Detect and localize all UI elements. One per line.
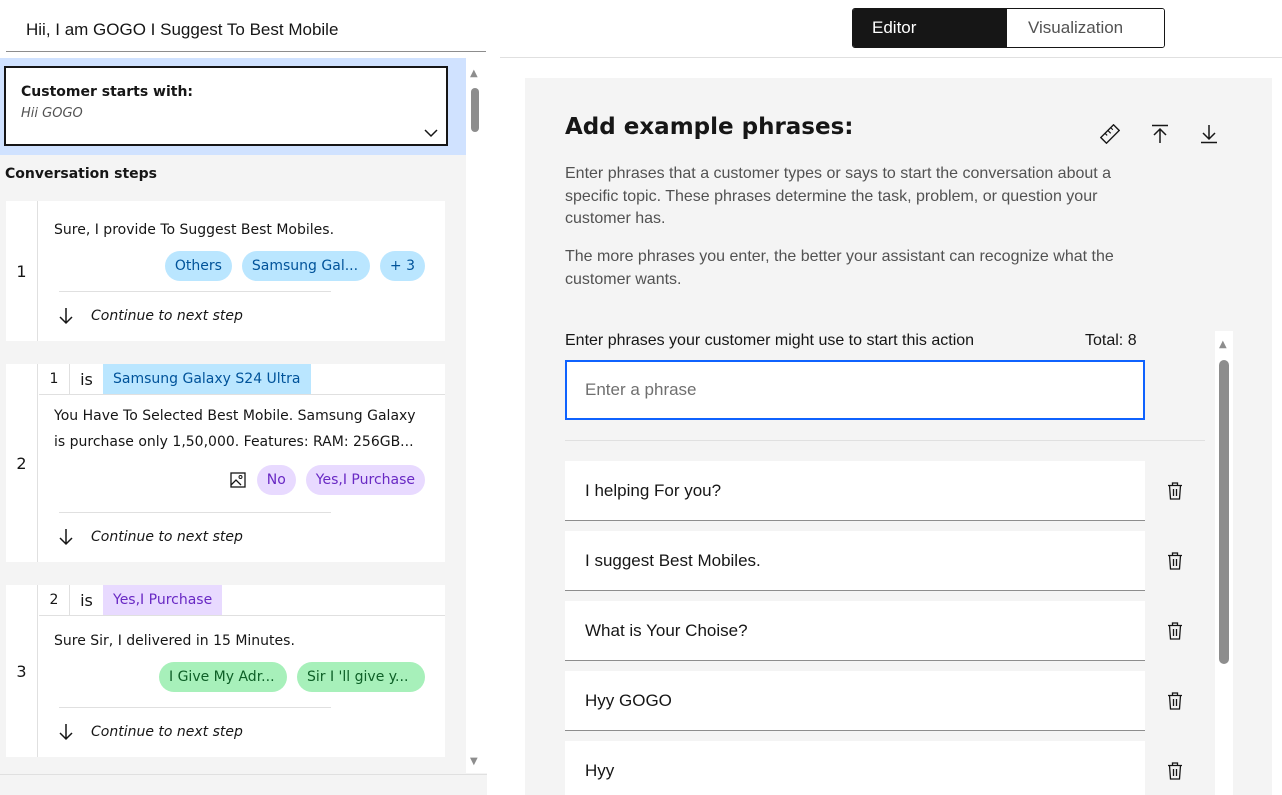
continue-text: Continue to next step bbox=[91, 529, 243, 545]
step-condition[interactable]: 1 is Samsung Galaxy S24 Ultra bbox=[39, 364, 445, 395]
continue-text: Continue to next step bbox=[91, 724, 243, 740]
panel-title: Add example phrases: bbox=[565, 114, 854, 140]
panel-description-secondary: The more phrases you enter, the better y… bbox=[565, 248, 1114, 288]
step-text-line: is purchase only 1,50,000. Features: RAM… bbox=[54, 434, 414, 450]
more-options-chip[interactable]: + 3 bbox=[379, 251, 425, 281]
condition-step-ref: 1 bbox=[49, 371, 59, 387]
phrase-item[interactable]: I helping For you? bbox=[565, 461, 1145, 521]
trash-icon[interactable] bbox=[1165, 690, 1185, 712]
pane-divider bbox=[0, 774, 487, 775]
arrow-down-icon bbox=[59, 723, 81, 741]
step-text: You Have To Selected Best Mobile. Samsun… bbox=[39, 395, 445, 455]
scrollbar-thumb[interactable] bbox=[1219, 360, 1229, 664]
panel-description: Enter phrases that a customer types or s… bbox=[565, 165, 1112, 227]
trash-icon[interactable] bbox=[1165, 760, 1185, 782]
image-icon bbox=[229, 471, 247, 489]
phrase-input-label: Enter phrases your customer might use to… bbox=[565, 332, 975, 349]
option-chip[interactable]: Sir I 'll give y... bbox=[297, 662, 425, 692]
steps-scrollbar[interactable]: ▲ ▼ bbox=[466, 58, 487, 773]
arrow-down-icon bbox=[59, 528, 81, 546]
step-number: 2 bbox=[6, 364, 38, 562]
phrase-item[interactable]: I suggest Best Mobiles. bbox=[565, 531, 1145, 591]
step-number: 1 bbox=[6, 201, 38, 341]
trash-icon[interactable] bbox=[1165, 620, 1185, 642]
phrase-input[interactable] bbox=[565, 360, 1145, 420]
phrase-item[interactable]: Hyy bbox=[565, 741, 1145, 795]
conversation-steps-heading: Conversation steps bbox=[5, 166, 157, 182]
download-icon[interactable] bbox=[1197, 122, 1221, 146]
condition-value: Yes,I Purchase bbox=[103, 585, 223, 615]
divider bbox=[565, 440, 1205, 441]
step-number: 3 bbox=[6, 585, 38, 757]
option-chip[interactable]: I Give My Adr... bbox=[159, 662, 287, 692]
phrase-total: Total: 8 bbox=[1085, 332, 1137, 349]
scroll-up-icon[interactable]: ▲ bbox=[1219, 339, 1227, 350]
step-card-3[interactable]: 3 2 is Yes,I Purchase Sure Sir, I delive… bbox=[6, 585, 445, 757]
step-condition[interactable]: 2 is Yes,I Purchase bbox=[39, 585, 445, 616]
step-text: Sure, I provide To Suggest Best Mobiles. bbox=[54, 222, 335, 238]
step-text: Sure Sir, I delivered in 15 Minutes. bbox=[54, 633, 295, 649]
continue-next-step: Continue to next step bbox=[39, 291, 445, 341]
header-divider bbox=[500, 57, 1282, 58]
continue-next-step: Continue to next step bbox=[39, 707, 445, 757]
scrollbar-thumb[interactable] bbox=[471, 88, 479, 132]
view-switcher: Editor Visualization bbox=[852, 8, 1165, 48]
option-chip[interactable]: Others bbox=[164, 251, 232, 281]
chevron-down-icon[interactable] bbox=[424, 126, 438, 142]
condition-operator: is bbox=[69, 364, 103, 394]
phrase-item[interactable]: What is Your Choise? bbox=[565, 601, 1145, 661]
action-name-field[interactable]: Hii, I am GOGO I Suggest To Best Mobile bbox=[6, 10, 486, 52]
steps-pane: Customer starts with: Hii GOGO Conversat… bbox=[0, 58, 487, 795]
continue-text: Continue to next step bbox=[91, 308, 243, 324]
step-text-line: You Have To Selected Best Mobile. Samsun… bbox=[54, 408, 416, 424]
tab-editor[interactable]: Editor bbox=[853, 9, 1007, 47]
step-card-1[interactable]: 1 Sure, I provide To Suggest Best Mobile… bbox=[6, 201, 445, 341]
trash-icon[interactable] bbox=[1165, 550, 1185, 572]
customer-starts-card[interactable]: Customer starts with: Hii GOGO bbox=[4, 66, 448, 146]
starter-label: Customer starts with: bbox=[21, 84, 194, 100]
scroll-down-icon[interactable]: ▼ bbox=[470, 756, 478, 767]
step-options: I Give My Adr... Sir I 'll give y... bbox=[39, 662, 445, 692]
ruler-icon[interactable] bbox=[1098, 122, 1122, 146]
phrase-item[interactable]: Hyy GOGO bbox=[565, 671, 1145, 731]
example-phrases-panel: Add example phrases: Enter phrases that … bbox=[525, 78, 1272, 795]
condition-operator: is bbox=[69, 585, 103, 615]
upload-icon[interactable] bbox=[1148, 122, 1172, 146]
option-chip[interactable]: No bbox=[256, 465, 296, 495]
condition-step-ref: 2 bbox=[49, 592, 59, 608]
step-card-2[interactable]: 2 1 is Samsung Galaxy S24 Ultra You Have… bbox=[6, 364, 445, 562]
option-chip[interactable]: Samsung Gal... bbox=[241, 251, 370, 281]
tab-visualization[interactable]: Visualization bbox=[1007, 9, 1164, 47]
step-options: Others Samsung Gal... + 3 bbox=[39, 251, 445, 281]
step-options: No Yes,I Purchase bbox=[39, 465, 445, 495]
starter-value: Hii GOGO bbox=[21, 106, 83, 121]
trash-icon[interactable] bbox=[1165, 480, 1185, 502]
arrow-down-icon bbox=[59, 307, 81, 325]
condition-value: Samsung Galaxy S24 Ultra bbox=[103, 364, 311, 394]
continue-next-step: Continue to next step bbox=[39, 512, 445, 562]
option-chip[interactable]: Yes,I Purchase bbox=[305, 465, 425, 495]
phrases-scrollbar[interactable]: ▲ bbox=[1215, 331, 1233, 795]
starter-selection: Customer starts with: Hii GOGO bbox=[0, 58, 466, 155]
scroll-up-icon[interactable]: ▲ bbox=[470, 68, 478, 79]
